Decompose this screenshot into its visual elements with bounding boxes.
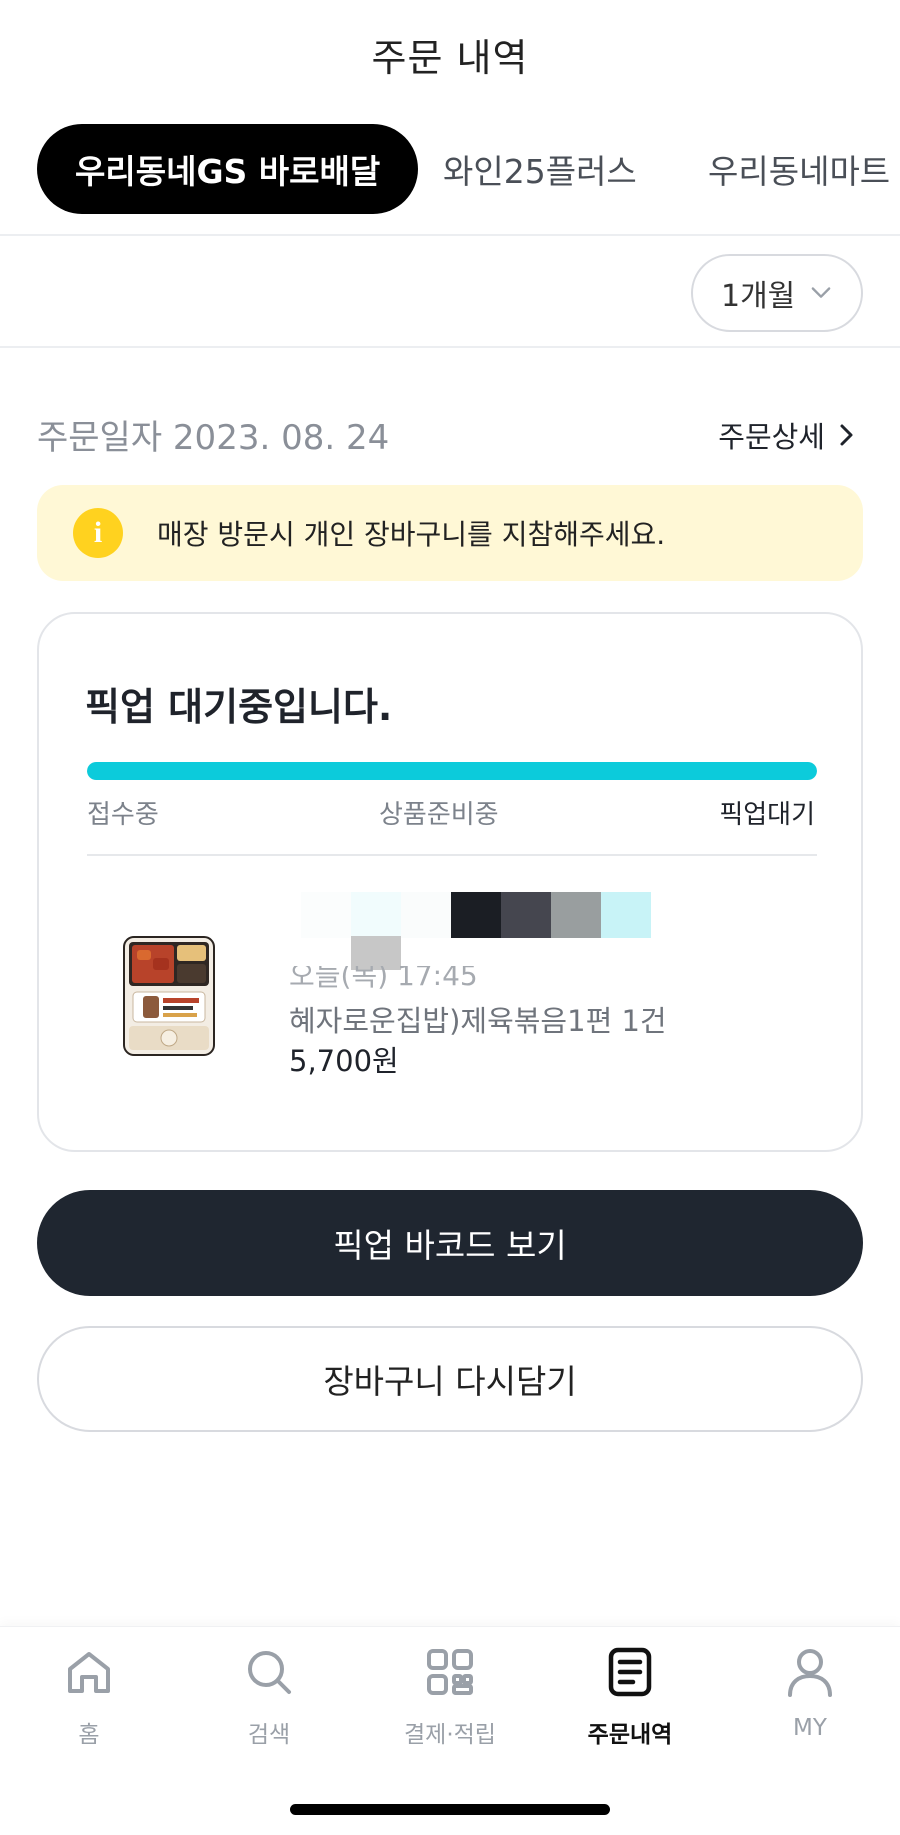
product-name: 혜자로운집밥)제육볶음1편 1건 [289,1004,667,1038]
step-ready-for-pickup: 픽업대기 [719,800,815,830]
chevron-down-icon [811,287,831,298]
order-list-icon [608,1647,652,1697]
tab-gs-delivery[interactable]: 우리동네GS 바로배달 [37,124,419,214]
page-title: 주문 내역 [371,35,529,80]
nav-home[interactable]: 홈 [14,1645,164,1749]
nav-orders-label: 주문내역 [587,1722,673,1748]
search-icon [248,1651,291,1694]
nav-search-label: 검색 [247,1722,291,1748]
period-select-value: 1개월 [721,279,796,314]
nav-home-label: 홈 [78,1722,100,1748]
redaction-block [351,892,401,938]
redaction-block [501,892,551,938]
step-preparing: 상품준비중 [379,800,499,830]
progress-track [87,762,817,780]
period-select[interactable]: 1개월 [691,254,863,332]
order-detail-label: 주문상세 [718,420,825,454]
app-header: 주문 내역 [0,0,900,110]
home-indicator [290,1804,610,1815]
tab-wine25plus[interactable]: 와인25플러스 [443,124,637,214]
notice-text: 매장 방문시 개인 장바구니를 지참해주세요. [157,518,666,551]
period-filter-bar: 1개월 [0,234,900,348]
redaction-block [401,892,451,938]
nav-payment-label: 결제·적립 [404,1722,496,1748]
nav-search[interactable]: 검색 [194,1645,344,1749]
reorder-to-cart-button[interactable]: 장바구니 다시담기 [37,1326,863,1432]
progress-fill [87,762,817,780]
profile-icon [788,1649,832,1697]
order-status-card: 픽업 대기중입니다. 접수중 상품준비중 픽업대기 오늘(목) 17:45 혜자… [37,612,863,1152]
chevron-right-icon [840,424,853,446]
order-date: 주문일자 2023. 08. 24 [37,418,390,458]
store-tabs: 우리동네GS 바로배달 와인25플러스 우리동네마트 픽업 [0,116,900,222]
nav-my-label: MY [793,1715,827,1741]
redaction-block [551,892,601,938]
product-image [123,936,215,1056]
tab-neighborhood-mart[interactable]: 우리동네마트 픽업 [708,124,900,214]
info-icon: i [73,508,123,558]
view-pickup-barcode-button[interactable]: 픽업 바코드 보기 [37,1190,863,1296]
nav-my[interactable]: MY [735,1645,885,1741]
qr-pay-icon [427,1649,473,1695]
home-icon [68,1652,110,1693]
redaction-block [301,892,351,938]
redaction-block [601,892,651,938]
nav-orders[interactable]: 주문내역 [555,1645,705,1749]
redaction-overlay [301,892,651,938]
step-received: 접수중 [87,800,159,830]
product-price: 5,700원 [289,1044,399,1078]
nav-payment[interactable]: 결제·적립 [375,1645,525,1749]
redaction-overlay-small [351,936,401,970]
redaction-block [451,892,501,938]
order-detail-link[interactable]: 주문상세 [718,414,857,456]
notice-banner: i 매장 방문시 개인 장바구니를 지참해주세요. [37,485,863,581]
status-title: 픽업 대기중입니다. [85,685,393,729]
divider [87,854,817,856]
